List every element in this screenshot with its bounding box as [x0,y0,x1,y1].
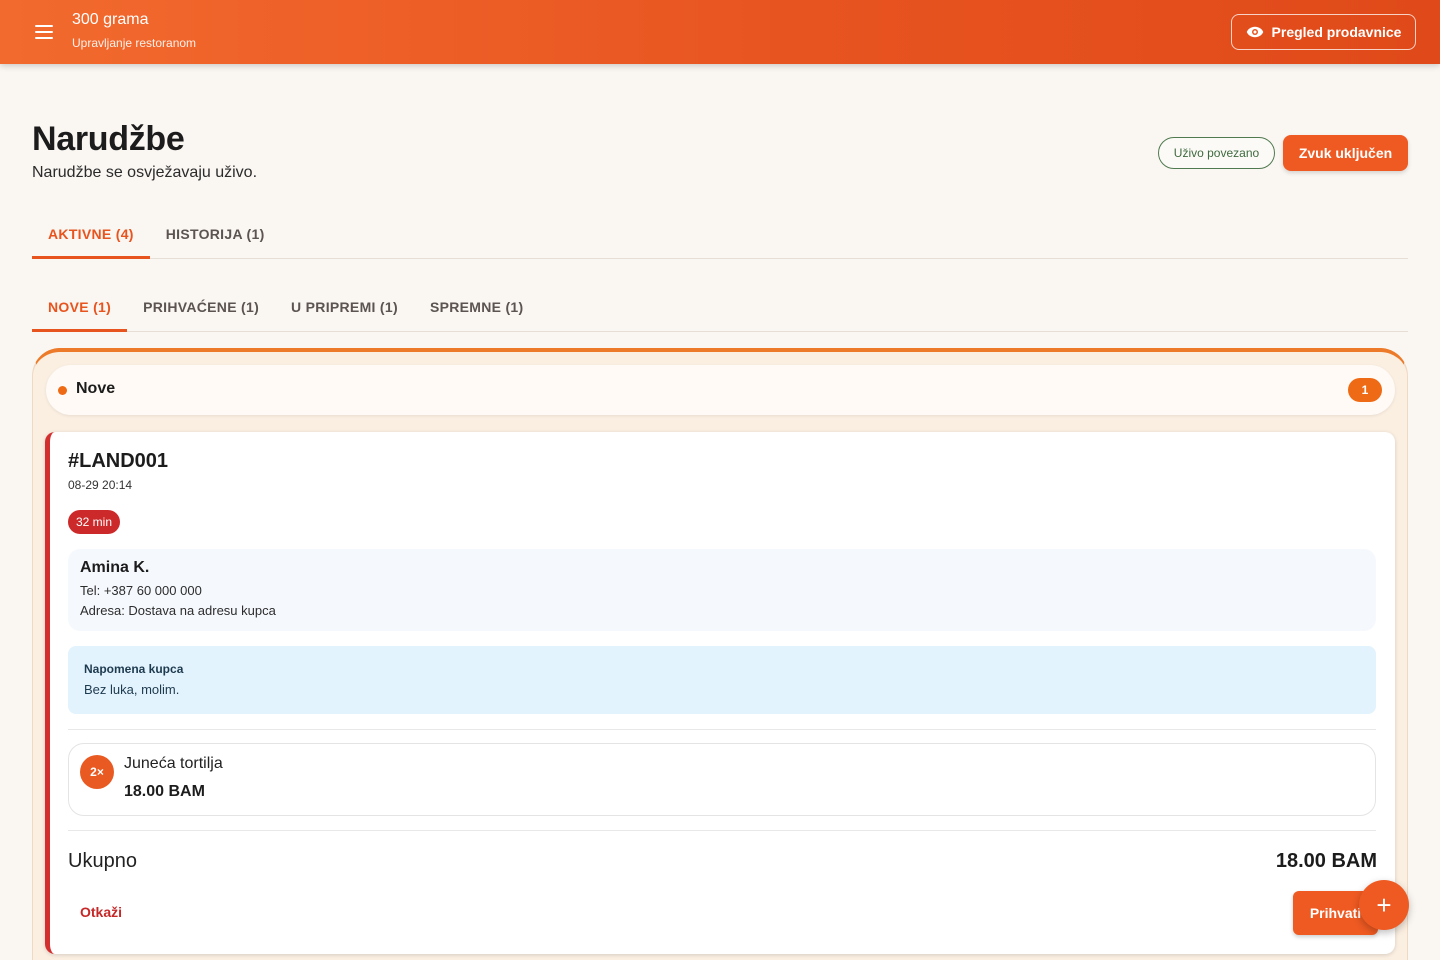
eye-icon [1246,26,1263,38]
app-subtitle: Upravljanje restoranom [72,36,197,50]
store-preview-button[interactable]: Pregled prodavnice [1231,14,1416,50]
cancel-order-button[interactable]: Otkaži [76,902,126,922]
status-tabs: NOVE (1) PRIHVAĆENE (1) U PRIPREMI (1) S… [32,283,1408,332]
total-label: Ukupno [68,850,137,872]
sound-toggle-button[interactable]: Zvuk uključen [1283,135,1408,171]
main-tabs: AKTIVNE (4) HISTORIJA (1) [32,210,1408,259]
order-card[interactable]: #LAND001 08-29 20:14 32 min Amina K. Tel… [45,432,1395,954]
order-time: 08-29 20:14 [68,478,133,492]
app-title: 300 grama [72,11,149,28]
elapsed-time-badge: 32 min [68,510,121,534]
item-quantity-badge: 2× [80,755,114,789]
tab-in-preparation[interactable]: U PRIPREMI (1) [275,283,414,331]
add-fab-button[interactable]: + [1359,880,1409,930]
live-status-chip: Uživo povezano [1158,137,1275,169]
note-text: Bez luka, molim. [84,682,180,697]
store-preview-label: Pregled prodavnice [1271,24,1402,40]
column-header: Nove 1 [46,365,1395,415]
total-value: 18.00 BAM [1275,850,1377,872]
divider [68,830,1376,831]
customer-info: Amina K. Tel: +387 60 000 000 Adresa: Do… [68,549,1376,631]
customer-phone: Tel: +387 60 000 000 [80,583,202,598]
item-name: Juneća tortilja [124,755,223,772]
app-bar: 300 grama Upravljanje restoranom Pregled… [0,0,1440,64]
column-count-badge: 1 [1348,378,1382,402]
order-id: #LAND001 [68,450,169,472]
customer-name: Amina K. [80,559,150,576]
customer-note: Napomena kupca Bez luka, molim. [68,646,1376,714]
page-title: Narudžbe [32,120,185,158]
tab-history[interactable]: HISTORIJA (1) [150,210,281,258]
tab-active[interactable]: AKTIVNE (4) [32,210,150,259]
tab-new[interactable]: NOVE (1) [32,283,128,332]
note-label: Napomena kupca [84,662,184,676]
page-subtitle: Narudžbe se osvježavaju uživo. [32,164,258,181]
column-title: Nove [76,380,116,397]
tab-accepted[interactable]: PRIHVAĆENE (1) [127,283,275,331]
order-item: 2× Juneća tortilja 18.00 BAM [68,743,1376,816]
brand: 300 grama Upravljanje restoranom [72,10,196,50]
tab-ready[interactable]: SPREMNE (1) [414,283,540,331]
menu-icon[interactable] [32,22,56,42]
item-price: 18.00 BAM [124,783,205,800]
divider [68,729,1376,730]
status-dot [58,386,67,395]
customer-address: Adresa: Dostava na adresu kupca [80,603,276,618]
